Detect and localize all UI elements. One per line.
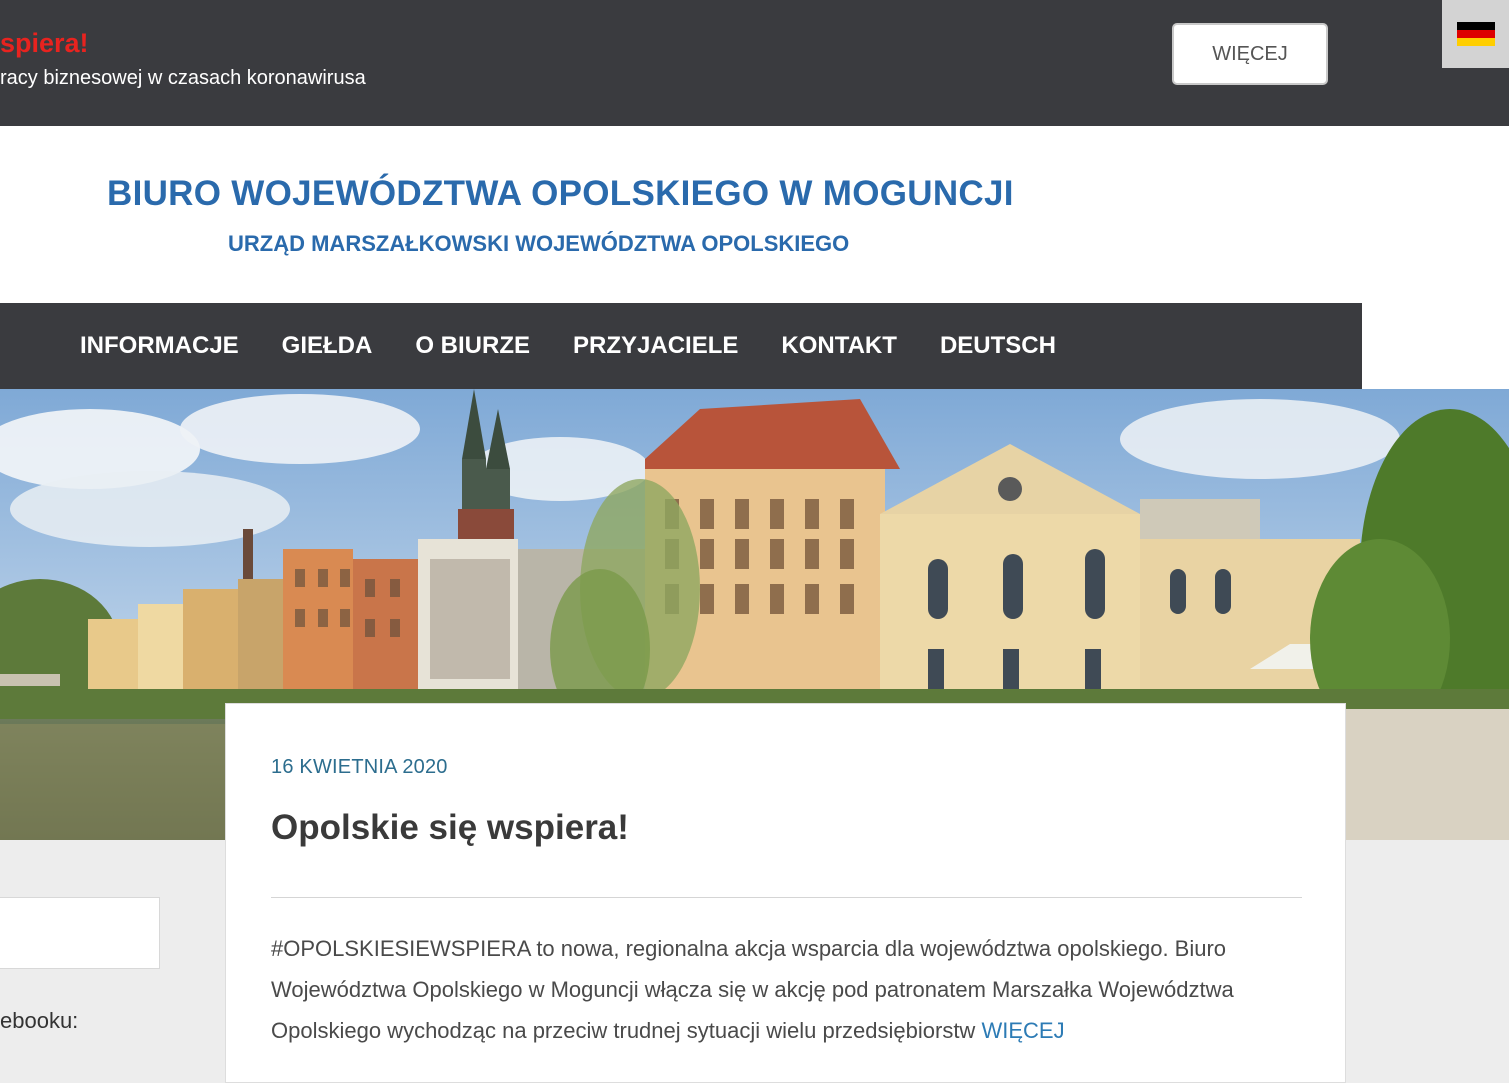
nav-item-deutsch[interactable]: DEUTSCH — [940, 332, 1056, 360]
divider — [271, 897, 1302, 898]
post-body-text: #OPOLSKIESIEWSPIERA to nowa, regionalna … — [271, 936, 1234, 1043]
more-button[interactable]: WIĘCEJ — [1172, 23, 1328, 85]
site-header: BIURO WOJEWÓDZTWA OPOLSKIEGO W MOGUNCJI … — [0, 126, 1509, 303]
nav-item-kontakt[interactable]: KONTAKT — [781, 332, 897, 360]
post-excerpt: #OPOLSKIESIEWSPIERA to nowa, regionalna … — [271, 928, 1311, 1051]
notification-bar: spiera! racy biznesowej w czasach korona… — [0, 0, 1509, 126]
nav-item-gielda[interactable]: GIEŁDA — [282, 332, 373, 360]
promo-subtitle: racy biznesowej w czasach koronawirusa — [0, 67, 366, 89]
nav-right-spacer — [1362, 303, 1509, 389]
post-title[interactable]: Opolskie się wspiera! — [271, 808, 629, 848]
sidebar-facebook-label: ebooku: — [0, 1008, 79, 1033]
german-flag-icon — [1456, 22, 1495, 46]
read-more-link[interactable]: WIĘCEJ — [981, 1018, 1064, 1043]
post-date: 16 KWIETNIA 2020 — [271, 756, 448, 778]
sidebar-search-box[interactable] — [0, 897, 160, 969]
post-card: 16 KWIETNIA 2020 Opolskie się wspiera! #… — [225, 703, 1346, 1083]
main-navigation: INFORMACJE GIEŁDA O BIURZE PRZYJACIELE K… — [0, 303, 1362, 389]
language-switcher[interactable] — [1442, 0, 1509, 68]
site-title[interactable]: BIURO WOJEWÓDZTWA OPOLSKIEGO W MOGUNCJI — [107, 174, 1014, 214]
nav-item-o-biurze[interactable]: O BIURZE — [415, 332, 530, 360]
nav-item-informacje[interactable]: INFORMACJE — [80, 332, 239, 360]
promo-title: spiera! — [0, 28, 89, 58]
site-subtitle: URZĄD MARSZAŁKOWSKI WOJEWÓDZTWA OPOLSKIE… — [228, 231, 850, 256]
nav-item-przyjaciele[interactable]: PRZYJACIELE — [573, 332, 738, 360]
